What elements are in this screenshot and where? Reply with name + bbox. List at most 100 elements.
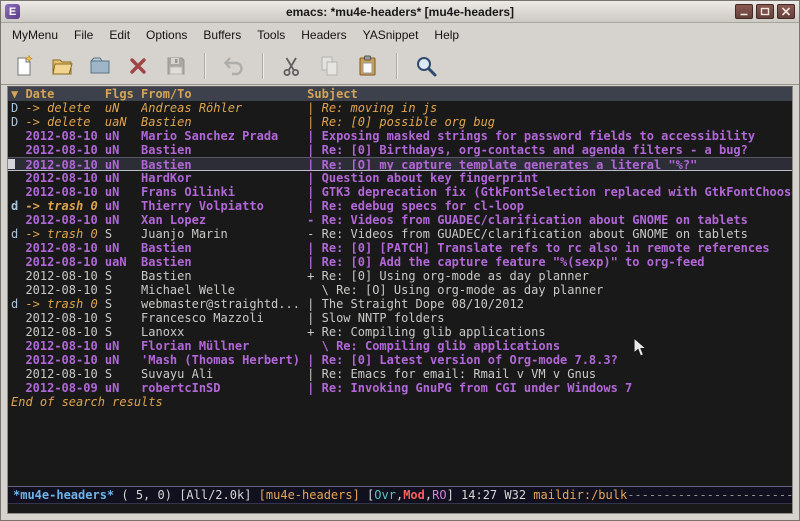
message-row[interactable]: 2012-08-10uaNBastien| Re: [0] Add the ca…: [8, 255, 792, 269]
maximize-button[interactable]: [756, 4, 774, 19]
message-from: Bastien: [141, 269, 307, 283]
message-subject: Re: Emacs for email: Rmail v VM v Gnus: [322, 367, 597, 381]
menu-options[interactable]: Options: [138, 24, 195, 46]
thread-indicator: |: [307, 171, 321, 185]
thread-indicator: \: [307, 283, 336, 297]
modeline-segment-mode: maildir:/bulk: [533, 488, 627, 502]
thread-indicator: +: [307, 269, 321, 283]
thread-indicator: |: [307, 199, 321, 213]
paste-button[interactable]: [353, 51, 383, 81]
message-row[interactable]: 2012-08-10uNXan Lopez- Re: Videos from G…: [8, 213, 792, 227]
message-row[interactable]: 2012-08-10uNBastien| Re: [O] my capture …: [8, 157, 792, 171]
message-row[interactable]: 2012-08-10SBastien+ Re: [0] Using org-mo…: [8, 269, 792, 283]
undo-icon: [222, 54, 246, 78]
message-row[interactable]: 2012-08-09uNrobertcInSD| Re: Invoking Gn…: [8, 381, 792, 395]
modeline-segment-plain: ,: [396, 488, 403, 502]
message-row[interactable]: d-> trash 0SJuanjo Marin- Re: Videos fro…: [8, 227, 792, 241]
message-subject: Re: [0] Birthdays, org-contacts and agen…: [322, 143, 748, 157]
message-subject: Re: Videos from GUADEC/clarification abo…: [322, 213, 748, 227]
echo-area[interactable]: [8, 504, 792, 513]
message-subject: The Straight Dope 08/10/2012: [322, 297, 524, 311]
column-header-subject[interactable]: Subject: [307, 87, 358, 101]
message-flags: uN: [105, 339, 141, 353]
titlebar[interactable]: E emacs: *mu4e-headers* [mu4e-headers]: [1, 1, 799, 23]
message-flags: S: [105, 283, 141, 297]
menu-headers[interactable]: Headers: [293, 24, 354, 46]
new-file-button[interactable]: [9, 51, 39, 81]
thread-indicator: |: [307, 311, 321, 325]
mode-line[interactable]: *mu4e-headers* ( 5, 0) [All/2.0k] [mu4e-…: [8, 486, 792, 504]
message-mark: [11, 241, 25, 255]
message-row[interactable]: 2012-08-10uNFrans Oilinki| GTK3 deprecat…: [8, 185, 792, 199]
message-date: -> trash 0: [25, 199, 104, 213]
message-row[interactable]: 2012-08-10SSuvayu Ali| Re: Emacs for ema…: [8, 367, 792, 381]
message-date: 2012-08-10: [25, 339, 104, 353]
open-file-button[interactable]: [47, 51, 77, 81]
message-mark: [11, 213, 25, 227]
message-row[interactable]: 2012-08-10SFrancesco Mazzoli| Slow NNTP …: [8, 311, 792, 325]
message-row[interactable]: 2012-08-10uNHardKor| Question about key …: [8, 171, 792, 185]
message-from: Michael Welle: [141, 283, 307, 297]
message-date: 2012-08-10: [25, 283, 104, 297]
message-row[interactable]: d-> trash 0Swebmaster@straightd...| The …: [8, 297, 792, 311]
column-header-flags[interactable]: Flgs: [105, 87, 141, 101]
menu-edit[interactable]: Edit: [101, 24, 138, 46]
message-flags: S: [105, 269, 141, 283]
close-button[interactable]: [777, 4, 795, 19]
message-from: Suvayu Ali: [141, 367, 307, 381]
thread-indicator: |: [307, 185, 321, 199]
column-header-date[interactable]: Date: [25, 87, 104, 101]
message-date: 2012-08-10: [25, 143, 104, 157]
thread-indicator: |: [307, 143, 321, 157]
cut-button[interactable]: [277, 51, 307, 81]
message-from: webmaster@straightd...: [141, 297, 307, 311]
search-button[interactable]: [411, 51, 441, 81]
message-mark: [11, 269, 25, 283]
thread-indicator: |: [307, 101, 321, 115]
menu-file[interactable]: File: [66, 24, 101, 46]
message-row[interactable]: 2012-08-10uNBastien| Re: [0] Birthdays, …: [8, 143, 792, 157]
menu-mymenu[interactable]: MyMenu: [4, 24, 66, 46]
message-flags: S: [105, 325, 141, 339]
thread-indicator: |: [307, 241, 321, 255]
message-date: 2012-08-10: [25, 353, 104, 367]
message-flags: uN: [105, 213, 141, 227]
menu-yasnippet[interactable]: YASnippet: [355, 24, 427, 46]
message-row[interactable]: D-> deleteuNAndreas Röhler| Re: moving i…: [8, 101, 792, 115]
message-from: Bastien: [141, 143, 307, 157]
message-from: Bastien: [141, 241, 307, 255]
message-flags: uN: [105, 129, 141, 143]
thread-indicator: -: [307, 227, 321, 241]
message-date: -> trash 0: [25, 297, 104, 311]
message-mark: [11, 367, 25, 381]
message-subject: Re: [0] Latest version of Org-mode 7.8.3…: [322, 353, 618, 367]
copy-button: [315, 51, 345, 81]
menu-buffers[interactable]: Buffers: [195, 24, 249, 46]
undo-button: [219, 51, 249, 81]
thread-indicator: |: [307, 129, 321, 143]
message-from: Bastien: [141, 255, 307, 269]
paste-icon: [356, 54, 380, 78]
menu-help[interactable]: Help: [426, 24, 467, 46]
minimize-button[interactable]: [735, 4, 753, 19]
modeline-segment-buffer-name: *mu4e-headers*: [13, 488, 114, 502]
message-row[interactable]: d-> trash 0uNThierry Volpiatto| Re: edeb…: [8, 199, 792, 213]
column-header-from[interactable]: From/To: [141, 87, 307, 101]
message-row[interactable]: 2012-08-10SMichael Welle \ Re: [O] Using…: [8, 283, 792, 297]
message-row[interactable]: 2012-08-10uNFlorian Müllner \ Re: Compil…: [8, 339, 792, 353]
message-list: D-> deleteuNAndreas Röhler| Re: moving i…: [8, 101, 792, 395]
message-row[interactable]: 2012-08-10SLanoxx+ Re: Compiling glib ap…: [8, 325, 792, 339]
message-mark: [11, 283, 25, 297]
message-from: Frans Oilinki: [141, 185, 307, 199]
sort-indicator-icon[interactable]: ▼: [11, 87, 25, 101]
message-mark: [11, 325, 25, 339]
message-row[interactable]: 2012-08-10uN'Mash (Thomas Herbert)| Re: …: [8, 353, 792, 367]
message-date: -> delete: [25, 101, 104, 115]
message-row[interactable]: 2012-08-10uNMario Sanchez Prada| Exposin…: [8, 129, 792, 143]
close-buffer-button[interactable]: [123, 51, 153, 81]
message-row[interactable]: 2012-08-10uNBastien| Re: [0] [PATCH] Tra…: [8, 241, 792, 255]
folder-button[interactable]: [85, 51, 115, 81]
message-row[interactable]: D-> deleteuaNBastien| Re: [0] possible o…: [8, 115, 792, 129]
menu-tools[interactable]: Tools: [249, 24, 293, 46]
message-flags: uaN: [105, 255, 141, 269]
